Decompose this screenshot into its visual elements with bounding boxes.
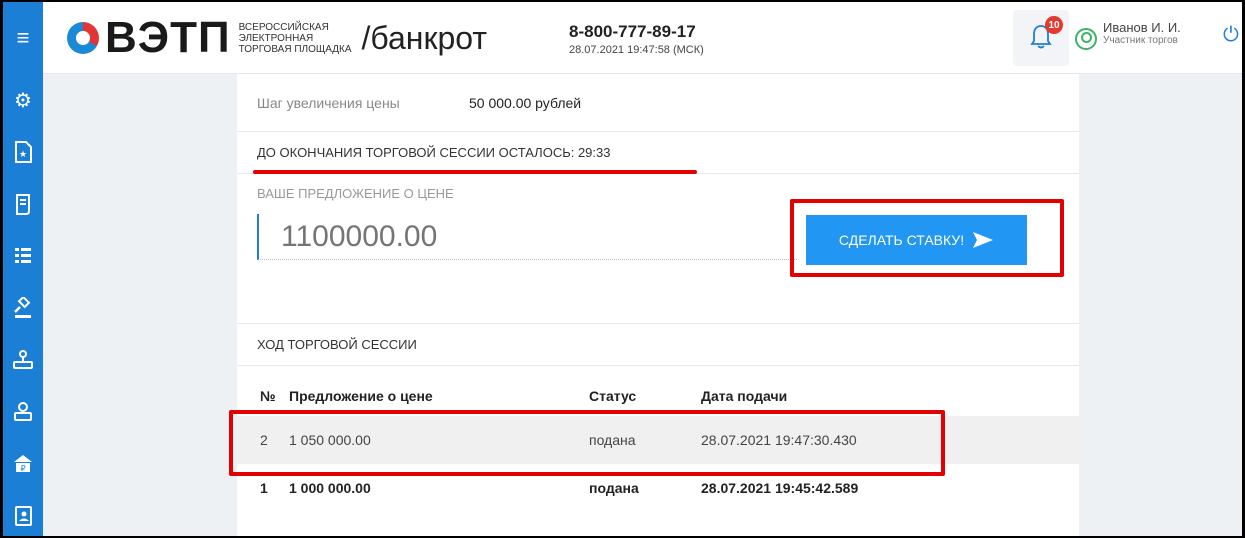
logo[interactable]: ВЭТП ВСЕРОССИЙСКАЯ ЭЛЕКТРОННАЯ ТОРГОВАЯ … bbox=[67, 13, 488, 62]
price-step-label: Шаг увеличения цены bbox=[257, 94, 400, 111]
row-highlight-frame bbox=[229, 410, 945, 476]
bank-icon[interactable]: ₽ bbox=[3, 438, 43, 490]
place-bid-button[interactable]: СДЕЛАТЬ СТАВКУ! bbox=[806, 215, 1027, 265]
auction-card: Шаг увеличения цены 50 000.00 рублей ДО … bbox=[229, 74, 1079, 536]
scroll-icon[interactable] bbox=[3, 178, 43, 230]
bid-label: ВАШЕ ПРЕДЛОЖЕНИЕ О ЦЕНЕ bbox=[257, 186, 454, 201]
logo-mark-icon bbox=[67, 22, 99, 54]
price-step-value: 50 000.00 рублей bbox=[469, 94, 582, 111]
logo-subtitle-line: ВСЕРОССИЙСКАЯ bbox=[238, 21, 329, 33]
logo-subtitle-line: ТОРГОВАЯ ПЛОЩАДКА bbox=[238, 43, 352, 55]
gear-icon[interactable]: ⚙ bbox=[3, 74, 43, 126]
seal-icon[interactable] bbox=[3, 386, 43, 438]
logo-subtitle: ВСЕРОССИЙСКАЯ ЭЛЕКТРОННАЯ ТОРГОВАЯ ПЛОЩА… bbox=[239, 22, 352, 55]
user-role: Участник торгов bbox=[1103, 35, 1178, 46]
app-frame: ≡ ВЭТП ВСЕРОССИЙСКАЯ ЭЛЕКТРОННАЯ ТОРГОВА… bbox=[0, 0, 1245, 538]
logo-subtitle-line: ЭЛЕКТРОННАЯ bbox=[238, 32, 314, 44]
hamburger-menu-icon[interactable]: ≡ bbox=[3, 2, 43, 74]
logo-word: ВЭТП bbox=[105, 13, 231, 62]
user-icon bbox=[1075, 28, 1097, 50]
place-bid-label: СДЕЛАТЬ СТАВКУ! bbox=[838, 232, 965, 248]
stamp-icon[interactable] bbox=[3, 334, 43, 386]
send-icon bbox=[973, 232, 994, 248]
session-log-title: ХОД ТОРГОВОЙ СЕССИИ bbox=[237, 324, 1079, 366]
notifications-button[interactable]: 10 bbox=[1013, 10, 1069, 66]
user-name: Иванов И. И. bbox=[1103, 20, 1181, 35]
user-menu[interactable]: Иванов И. И. Участник торгов bbox=[1075, 20, 1181, 50]
bid-section: ВАШЕ ПРЕДЛОЖЕНИЕ О ЦЕНЕ СДЕЛАТЬ СТАВКУ! bbox=[237, 174, 1079, 324]
section-name: /банкрот bbox=[361, 19, 488, 56]
price-step-row: Шаг увеличения цены 50 000.00 рублей bbox=[237, 74, 1079, 132]
svg-text:₽: ₽ bbox=[20, 464, 25, 473]
contact-block: 8-800-777-89-17 28.07.2021 19:47:58 (МСК… bbox=[569, 22, 704, 56]
power-icon[interactable]: ⏻ bbox=[1223, 24, 1239, 47]
top-bar: ≡ ВЭТП ВСЕРОССИЙСКАЯ ЭЛЕКТРОННАЯ ТОРГОВА… bbox=[3, 2, 1242, 74]
gavel-icon[interactable] bbox=[3, 282, 43, 334]
sidebar: ⚙ ★ ₽ bbox=[3, 74, 43, 536]
session-timer: ДО ОКОНЧАНИЯ ТОРГОВОЙ СЕССИИ ОСТАЛОСЬ: 2… bbox=[237, 132, 1079, 174]
document-star-icon[interactable]: ★ bbox=[3, 126, 43, 178]
session-timer-text: ДО ОКОНЧАНИЯ ТОРГОВОЙ СЕССИИ ОСТАЛОСЬ: 2… bbox=[257, 145, 611, 160]
svg-text:★: ★ bbox=[19, 150, 27, 160]
notifications-badge: 10 bbox=[1045, 16, 1063, 34]
phone-number: 8-800-777-89-17 bbox=[569, 22, 696, 41]
server-datetime: 28.07.2021 19:47:58 (МСК) bbox=[569, 44, 704, 56]
contacts-icon[interactable] bbox=[3, 490, 43, 536]
bid-input[interactable] bbox=[257, 214, 797, 260]
list-icon[interactable] bbox=[3, 230, 43, 282]
